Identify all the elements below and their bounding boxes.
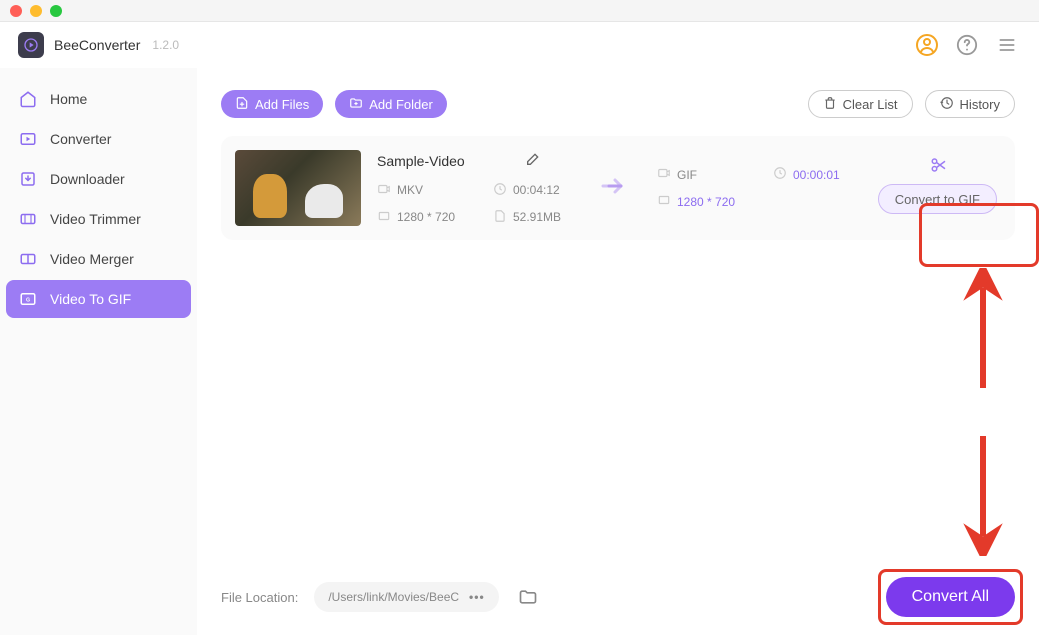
more-icon[interactable]: •••	[469, 590, 485, 604]
source-duration: 00:04:12	[493, 182, 581, 199]
edit-icon[interactable]	[525, 151, 541, 172]
home-icon	[18, 89, 38, 109]
add-folder-button[interactable]: Add Folder	[335, 90, 447, 118]
account-icon[interactable]	[913, 31, 941, 59]
toolbar: Add Files Add Folder Clear List History	[221, 90, 1015, 118]
footer: File Location: /Users/link/Movies/BeeC •…	[221, 559, 1015, 617]
target-duration: 00:00:01	[773, 166, 861, 183]
file-icon	[493, 209, 507, 226]
window-titlebar	[0, 0, 1039, 22]
source-resolution: 1280 * 720	[377, 209, 465, 226]
help-icon[interactable]	[953, 31, 981, 59]
sidebar-item-label: Video Trimmer	[50, 211, 141, 227]
app-version: 1.2.0	[152, 38, 179, 52]
sidebar-item-home[interactable]: Home	[6, 80, 191, 118]
download-icon	[18, 169, 38, 189]
target-format: GIF	[657, 166, 745, 183]
convert-to-gif-button[interactable]: Convert to GIF	[878, 184, 997, 214]
history-icon	[940, 96, 954, 113]
path-text: /Users/link/Movies/BeeC	[328, 590, 459, 604]
clock-icon	[773, 166, 787, 183]
resolution-icon	[657, 193, 671, 210]
sidebar-item-label: Home	[50, 91, 87, 107]
sidebar-item-downloader[interactable]: Downloader	[6, 160, 191, 198]
clock-icon	[493, 182, 507, 199]
converter-icon	[18, 129, 38, 149]
sidebar-item-label: Converter	[50, 131, 111, 147]
trimmer-icon	[18, 209, 38, 229]
window-maximize-button[interactable]	[50, 5, 62, 17]
source-file-info: Sample-Video MKV 00:04:12	[377, 151, 581, 226]
button-label: History	[960, 97, 1000, 112]
source-format: MKV	[377, 182, 465, 199]
annotation-arrow-up	[963, 268, 1003, 388]
button-label: Add Files	[255, 97, 309, 112]
svg-text:G: G	[26, 297, 30, 303]
arrow-right-icon	[601, 176, 629, 201]
sidebar-item-label: Video Merger	[50, 251, 134, 267]
sidebar-item-video-trimmer[interactable]: Video Trimmer	[6, 200, 191, 238]
source-size: 52.91MB	[493, 209, 581, 226]
sidebar-item-label: Downloader	[50, 171, 125, 187]
scissors-icon[interactable]	[930, 156, 948, 179]
menu-icon[interactable]	[993, 31, 1021, 59]
convert-all-button[interactable]: Convert All	[886, 577, 1015, 617]
resolution-icon	[377, 209, 391, 226]
target-file-info: GIF 00:00:01 1280 * 720	[657, 166, 861, 210]
main-content: Add Files Add Folder Clear List History …	[197, 68, 1039, 635]
button-label: Clear List	[843, 97, 898, 112]
sidebar-item-video-merger[interactable]: Video Merger	[6, 240, 191, 278]
file-item: Sample-Video MKV 00:04:12	[221, 136, 1015, 240]
folder-add-icon	[349, 96, 363, 113]
history-button[interactable]: History	[925, 90, 1015, 118]
button-label: Add Folder	[369, 97, 433, 112]
annotation-arrow-down	[963, 436, 1003, 556]
trash-icon	[823, 96, 837, 113]
add-files-button[interactable]: Add Files	[221, 90, 323, 118]
video-thumbnail[interactable]	[235, 150, 361, 226]
window-minimize-button[interactable]	[30, 5, 42, 17]
sidebar-item-converter[interactable]: Converter	[6, 120, 191, 158]
target-resolution: 1280 * 720	[657, 193, 745, 210]
merger-icon	[18, 249, 38, 269]
clear-list-button[interactable]: Clear List	[808, 90, 913, 118]
open-folder-button[interactable]	[515, 584, 541, 610]
video-icon	[377, 182, 391, 199]
file-title: Sample-Video	[377, 153, 465, 169]
app-header: BeeConverter 1.2.0	[0, 22, 1039, 68]
sidebar: Home Converter Downloader Video Trimmer …	[0, 68, 197, 635]
sidebar-item-video-to-gif[interactable]: G Video To GIF	[6, 280, 191, 318]
file-add-icon	[235, 96, 249, 113]
file-location-path[interactable]: /Users/link/Movies/BeeC •••	[314, 582, 498, 612]
gif-icon: G	[18, 289, 38, 309]
button-label: Convert to GIF	[895, 192, 980, 207]
video-icon	[657, 166, 671, 183]
button-label: Convert All	[912, 588, 989, 605]
sidebar-item-label: Video To GIF	[50, 291, 131, 307]
convert-item-section: Convert to GIF	[878, 162, 1001, 214]
file-location-label: File Location:	[221, 590, 298, 605]
app-name: BeeConverter	[54, 37, 140, 53]
window-close-button[interactable]	[10, 5, 22, 17]
app-logo	[18, 32, 44, 58]
